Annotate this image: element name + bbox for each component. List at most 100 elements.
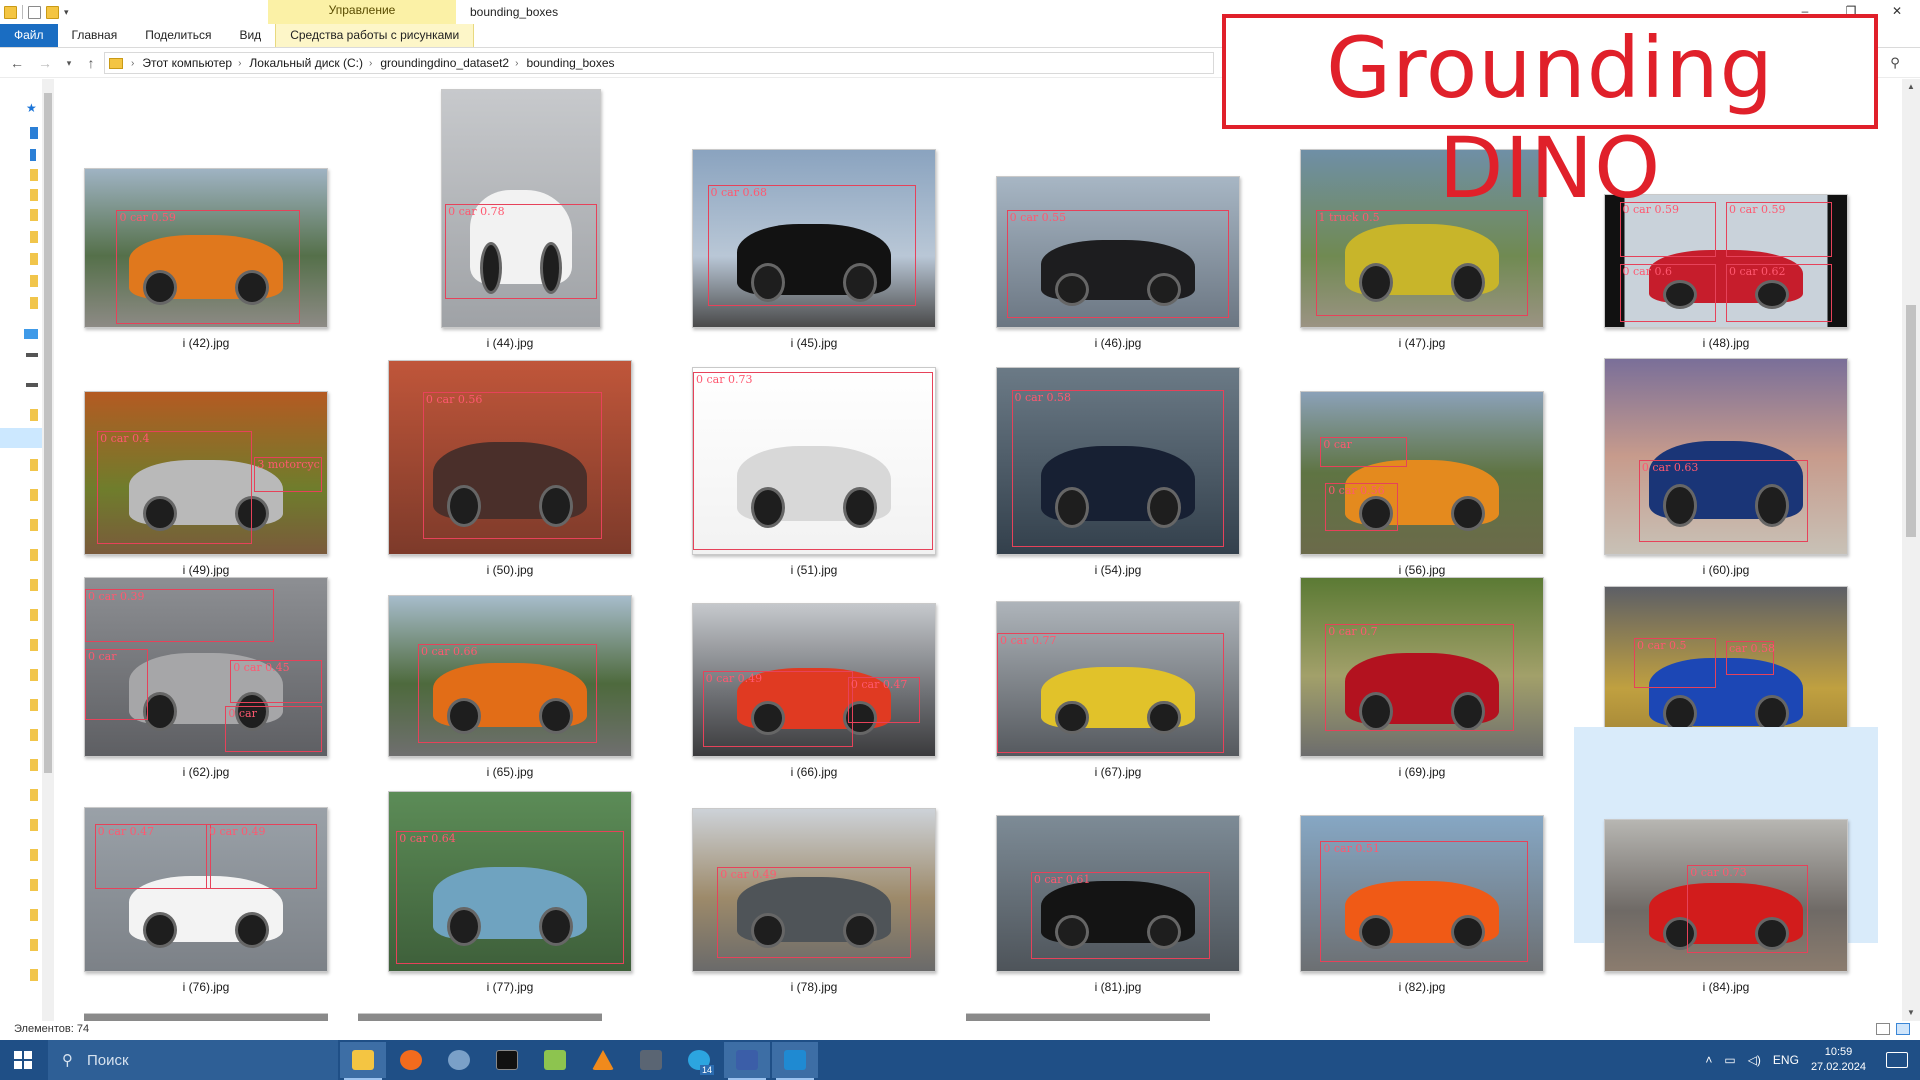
desktop-icon[interactable] <box>30 127 38 139</box>
vlc-taskbar-button[interactable] <box>580 1042 626 1078</box>
folder-icon[interactable] <box>30 519 38 531</box>
image-thumbnail[interactable]: 0 car 0.49 <box>692 808 936 972</box>
file-tile[interactable]: 0 car 0.4 3 motorcyc i (49).jpg <box>54 295 358 577</box>
breadcrumb-chevron-icon[interactable]: › <box>515 58 518 69</box>
folder-icon[interactable] <box>30 409 38 421</box>
folder-icon[interactable] <box>30 789 38 801</box>
image-thumbnail[interactable]: 0 car 0.47 0 car 0.49 <box>84 807 328 972</box>
quick-access-star-icon[interactable]: ★ <box>26 101 40 115</box>
details-view-icon[interactable] <box>1876 1023 1890 1035</box>
image-thumbnail[interactable] <box>84 1013 328 1021</box>
pictures-icon[interactable] <box>30 189 38 201</box>
save-app-taskbar-button[interactable] <box>724 1042 770 1080</box>
file-tile[interactable]: 0 car 0.68 i (45).jpg <box>662 79 966 350</box>
folder-icon[interactable] <box>30 879 38 891</box>
file-tile[interactable]: 0 car 0 car 0.56 i (56).jpg <box>1270 295 1574 577</box>
breadcrumb-chevron-icon[interactable]: › <box>238 58 241 69</box>
image-thumbnail[interactable]: 0 car 0.64 <box>388 791 632 972</box>
folder-icon[interactable] <box>30 939 38 951</box>
telegram-taskbar-button[interactable]: 14 <box>676 1042 722 1078</box>
folder-icon[interactable] <box>30 729 38 741</box>
file-tile[interactable]: 0 car 0.73 i (51).jpg <box>662 295 966 577</box>
search-icon[interactable]: ⚲ <box>1886 54 1904 72</box>
file-tile[interactable]: 0 car 0.51 i (82).jpg <box>1270 727 1574 994</box>
forward-arrow-icon[interactable]: → <box>36 54 54 72</box>
clock[interactable]: 10:59 27.02.2024 <box>1811 1045 1866 1075</box>
file-tile[interactable]: 0 car 0.59 i (42).jpg <box>54 79 358 350</box>
file-name[interactable]: i (76).jpg <box>54 980 358 994</box>
folder-icon[interactable] <box>30 459 38 471</box>
breadcrumb-current-folder[interactable]: bounding_boxes <box>526 56 614 70</box>
file-tile[interactable]: 0 car 0.73 i (84).jpg <box>1574 727 1878 994</box>
file-name[interactable]: i (77).jpg <box>358 980 662 994</box>
folder-icon[interactable] <box>30 909 38 921</box>
folder-icon[interactable] <box>30 669 38 681</box>
volume-icon[interactable]: ◁) <box>1748 1053 1761 1067</box>
notepadpp-taskbar-button[interactable] <box>532 1042 578 1078</box>
file-tile[interactable]: 0 car 0.7 i (69).jpg <box>1270 511 1574 779</box>
scrollbar-thumb[interactable] <box>1906 305 1916 537</box>
file-tile[interactable]: 0 car 0.63 i (60).jpg <box>1574 295 1878 577</box>
close-button[interactable]: ✕ <box>1874 0 1920 24</box>
file-tile[interactable]: 0 car 0.58 i (54).jpg <box>966 295 1270 577</box>
folder-icon[interactable] <box>30 489 38 501</box>
address-bar[interactable]: › Этот компьютер › Локальный диск (C:) ›… <box>104 52 1214 74</box>
file-name[interactable]: i (78).jpg <box>662 980 966 994</box>
folder-icon[interactable] <box>4 5 17 19</box>
folder-icon[interactable] <box>30 253 38 265</box>
downloads-icon[interactable] <box>30 149 36 161</box>
file-tile[interactable]: 0 car 0.66 i (65).jpg <box>358 511 662 779</box>
nav-scrollbar-thumb[interactable] <box>44 93 52 773</box>
qat-chevron-down-icon[interactable]: ▾ <box>64 7 69 18</box>
breadcrumb-local-disk[interactable]: Локальный диск (C:) <box>249 56 363 70</box>
folder-icon[interactable] <box>30 275 38 287</box>
vertical-scrollbar[interactable]: ▲ ▼ <box>1902 79 1920 1021</box>
folder-icon[interactable] <box>30 819 38 831</box>
network-icon[interactable]: ▭ <box>1724 1053 1735 1067</box>
vscode-taskbar-button[interactable] <box>772 1042 818 1080</box>
folder-icon[interactable] <box>30 209 38 221</box>
python-taskbar-button[interactable] <box>436 1042 482 1078</box>
file-tile[interactable]: 0 car 0.47 0 car 0.49 i (76).jpg <box>54 727 358 994</box>
tray-chevron-up-icon[interactable]: ˄ <box>1705 1053 1712 1067</box>
image-thumbnail[interactable] <box>966 1013 1210 1021</box>
image-thumbnail[interactable]: 0 car 0.73 <box>1604 819 1848 972</box>
image-thumbnail[interactable]: 0 car 0.61 <box>996 815 1240 972</box>
terminal-taskbar-button[interactable] <box>484 1042 530 1078</box>
image-thumbnail[interactable]: 0 car 0.78 <box>441 89 601 328</box>
new-folder-icon[interactable] <box>46 5 59 19</box>
file-tile[interactable]: 0 car 0.77 i (67).jpg <box>966 511 1270 779</box>
folder-icon[interactable] <box>30 639 38 651</box>
breadcrumb-chevron-icon[interactable]: › <box>131 58 134 69</box>
file-tile[interactable]: 0 car 0.61 i (81).jpg <box>966 727 1270 994</box>
scroll-down-arrow-icon[interactable]: ▼ <box>1902 1005 1920 1021</box>
image-thumbnail[interactable]: 0 car 0.51 <box>1300 815 1544 972</box>
folder-icon[interactable] <box>30 579 38 591</box>
breadcrumb-chevron-icon[interactable]: › <box>369 58 372 69</box>
file-tile[interactable]: 0 car 0.49 0 car 0.47 i (66).jpg <box>662 511 966 779</box>
tab-file[interactable]: Файл <box>0 24 58 47</box>
tab-share[interactable]: Поделиться <box>131 24 225 47</box>
folder-icon[interactable] <box>30 699 38 711</box>
back-arrow-icon[interactable]: ← <box>8 54 26 72</box>
properties-icon[interactable] <box>28 5 41 19</box>
file-name[interactable]: i (81).jpg <box>966 980 1270 994</box>
nav-pane-scrollbar[interactable] <box>42 79 54 1021</box>
file-tile[interactable]: 0 car 0.56 i (50).jpg <box>358 295 662 577</box>
taskbar-search[interactable]: ⚲ Поиск <box>48 1040 338 1080</box>
folder-icon[interactable] <box>30 759 38 771</box>
tab-home[interactable]: Главная <box>58 24 132 47</box>
large-icons-view-icon[interactable] <box>1896 1023 1910 1035</box>
up-arrow-icon[interactable]: ↑ <box>82 54 100 72</box>
calculator-taskbar-button[interactable] <box>628 1042 674 1078</box>
file-name[interactable]: i (84).jpg <box>1574 980 1878 994</box>
folder-icon[interactable] <box>30 231 38 243</box>
file-name[interactable]: i (82).jpg <box>1270 980 1574 994</box>
explorer-taskbar-button[interactable] <box>340 1042 386 1080</box>
folder-icon[interactable] <box>30 849 38 861</box>
documents-icon[interactable] <box>30 169 38 181</box>
this-pc-icon[interactable] <box>24 329 38 339</box>
file-tile[interactable]: 0 car 0.5car 0.58i (73).jpg <box>1574 511 1878 779</box>
file-tile[interactable]: 0 car 0.39 0 car 0 car 0.45 0 car i (62).jpg <box>54 511 358 779</box>
breadcrumb-dataset-folder[interactable]: groundingdino_dataset2 <box>380 56 509 70</box>
